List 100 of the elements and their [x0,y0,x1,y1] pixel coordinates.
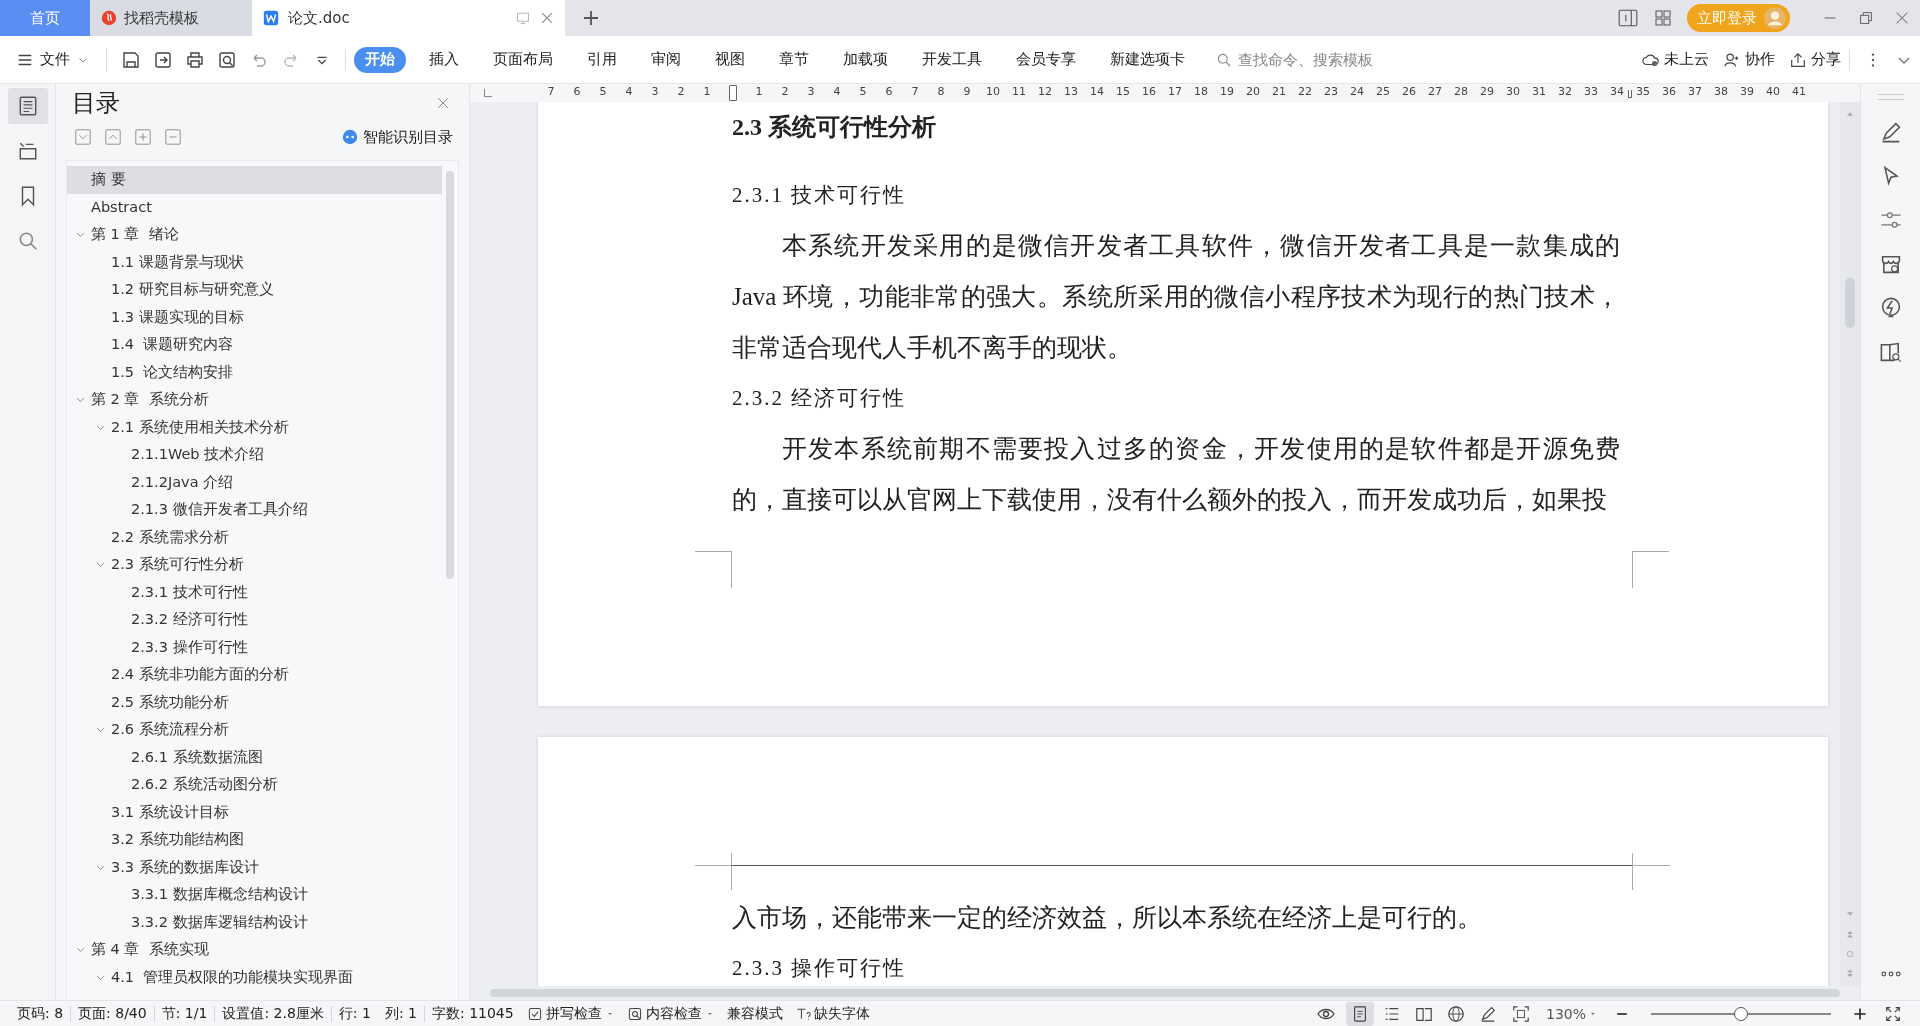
status-button[interactable]: 拼写检查 [526,1004,615,1023]
file-menu[interactable]: 文件 [16,50,90,69]
ruler-number: 35 [1635,85,1651,100]
book-search-icon[interactable] [1878,340,1903,364]
ribbon-tab[interactable]: 加载项 [832,46,899,73]
toc-item[interactable]: 1.2 研究目标与研究意义 [67,276,442,304]
status-text: 行: 1 [337,1004,372,1023]
paragraph: 入市场，还能带来一定的经济效益，所以本系统在经济上是可行的。 [732,903,1483,933]
toc-item[interactable]: 2.1.2Java 介绍 [67,468,442,496]
toc-item[interactable]: 1.5 论文结构安排 [67,358,442,386]
search-icon [1216,51,1232,68]
avatar-icon [1763,6,1787,30]
ribbon-tab[interactable]: 页面布局 [482,46,564,73]
ruler-number: 27 [1427,85,1443,100]
toc-item[interactable]: 2.6 系统流程分析 [67,716,442,744]
ribbon-tab[interactable]: 开发工具 [911,46,993,73]
toc-item[interactable]: 1.4 课题研究内容 [67,331,442,359]
toc-item[interactable]: 1.1 课题背景与现状 [67,248,442,276]
toc-item[interactable]: 2.3.1 技术可行性 [67,578,442,606]
toc-item[interactable]: 3.3 系统的数据库设计 [67,853,442,881]
toc-item[interactable]: 3.3.2 数据库逻辑结构设计 [67,908,442,936]
ribbon-tab[interactable]: 新建选项卡 [1099,46,1196,73]
toc-item[interactable]: 3.3.1 数据库概念结构设计 [67,881,442,909]
toc-item[interactable]: 第 1 章 绪论 [67,221,442,249]
ruler-number: 6 [572,85,582,100]
toolbar-action[interactable]: 协作 [1723,50,1775,69]
ruler-number: 38 [1713,85,1729,100]
ruler-number: 20 [1245,85,1261,100]
fullscreen-icon[interactable] [1884,1004,1902,1023]
restore-icon[interactable] [1857,9,1875,27]
ruler-number: 37 [1687,85,1703,100]
toolbar-action[interactable]: 分享 [1789,50,1841,69]
subsection-heading: 2.3.1 技术可行性 [732,182,908,209]
toc-item[interactable]: 2.1.1Web 技术介绍 [67,441,442,469]
toc-item[interactable]: 2.6.1 系统数据流图 [67,743,442,771]
ruler-number: 40 [1765,85,1781,100]
search-field[interactable]: 查找命令、搜索模板 [1216,49,1440,70]
smart-toc-button[interactable]: 智能识别目录 [341,127,453,147]
toc-item[interactable]: 4.1 管理员权限的功能模块实现界面 [67,963,442,991]
toc-item[interactable]: Abstract [67,193,442,221]
toc-item[interactable]: 2.2 系统需求分析 [67,523,442,551]
toc-item[interactable]: 摘 要 [67,166,442,194]
window-tab[interactable]: 论文.doc [252,0,565,36]
export-icon[interactable] [153,49,173,70]
toolbar-action[interactable]: 未上云 [1642,50,1709,69]
toc-item[interactable]: 2.3.3 操作可行性 [67,633,442,661]
indent-marker[interactable] [1628,90,1632,98]
ribbon-tab[interactable]: 引用 [576,46,628,73]
status-button[interactable]: 内容检查 [626,1004,715,1023]
horizontal-scrollbar[interactable] [490,989,1840,997]
scrollbar-thumb[interactable] [446,171,454,579]
toc-item[interactable]: 1.3 课题实现的目标 [67,303,442,331]
ruler-number: 30 [1505,85,1521,100]
printer-icon[interactable] [185,49,205,70]
toc-item[interactable]: 3.2 系统功能结构图 [67,826,442,854]
ruler-number: 3 [650,85,660,100]
new-tab-icon[interactable] [581,8,601,28]
fit-page-icon[interactable] [1511,1004,1530,1023]
ruler-number: 25 [1375,85,1391,100]
status-button[interactable]: 缺失字体 [794,1004,870,1023]
ruler-number: 24 [1349,85,1365,100]
ruler-number: 7 [910,85,920,100]
paragraph: 本系统开发采用的是微信开发者工具软件，微信开发者工具是一款集成的Java 环境，功能非常的强大。系统所采用的微信小程序技术为现行的热门技术，非常适合现代人手机不离手的现状。 [732,231,1620,363]
ruler-number: 1 [702,85,712,100]
toc-item[interactable]: 2.5 系统功能分析 [67,688,442,716]
zoom-level[interactable]: 130% [1545,1005,1598,1022]
close-icon[interactable] [539,10,555,26]
tab-stop-icon[interactable] [484,89,492,97]
grid-icon[interactable] [1653,8,1673,28]
close-icon[interactable] [435,95,451,111]
crop-mark [695,853,732,890]
toc-item[interactable]: 2.1 系统使用相关技术分析 [67,413,442,441]
indent-marker[interactable] [729,85,737,101]
globe-icon [1446,1004,1465,1023]
toc-item[interactable]: 2.1.3 微信开发者工具介绍 [67,496,442,524]
ribbon-tab[interactable]: 章节 [768,46,820,73]
outline-button[interactable] [7,88,48,124]
toc-item[interactable]: 2.4 系统非功能方面的分析 [67,661,442,689]
toc-item[interactable]: 第 2 章 系统分析 [67,386,442,414]
ribbon-tab[interactable]: 审阅 [640,46,692,73]
zoom-in-icon[interactable] [1852,1005,1868,1022]
save-icon[interactable] [121,49,141,70]
print-preview-icon[interactable] [217,49,237,70]
ruler-number: 17 [1167,85,1183,100]
tablet-icon[interactable] [1617,7,1639,29]
checkbox-icon [526,1005,543,1022]
panel-grip[interactable] [1877,94,1904,100]
slider-thumb[interactable] [1734,1006,1748,1021]
toc-item[interactable]: 2.3 系统可行性分析 [67,551,442,579]
ribbon-tab[interactable]: 会员专享 [1005,46,1087,73]
page-view-button[interactable] [1345,1001,1374,1026]
toc-item[interactable]: 2.3.2 经济可行性 [67,606,442,634]
ribbon-tab[interactable]: 视图 [704,46,756,73]
ribbon-tab[interactable]: 插入 [418,46,470,73]
window-tab[interactable]: 找稻壳模板 [90,0,252,36]
toc-item[interactable]: 3.1 系统设计目标 [67,798,442,826]
status-button[interactable]: 兼容模式 [726,1004,783,1023]
ruler-number: 2 [780,85,790,100]
toc-item[interactable]: 2.6.2 系统活动图分析 [67,771,442,799]
toc-item[interactable]: 第 4 章 系统实现 [67,936,442,964]
